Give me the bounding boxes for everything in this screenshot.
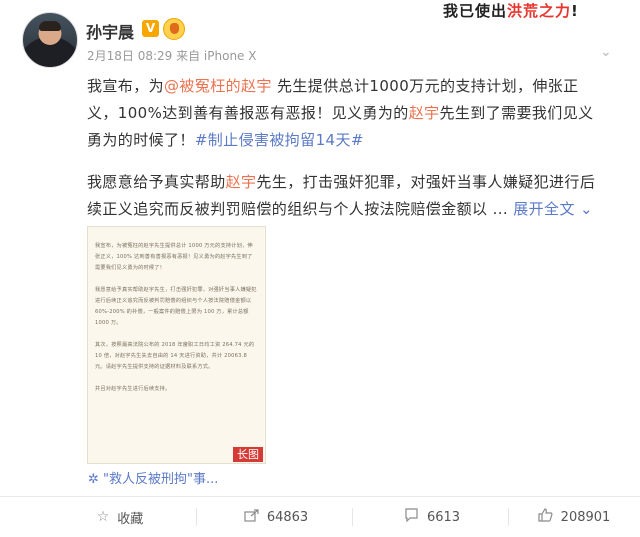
post-long-image[interactable]: 我宣布，为被冤枉的赵宇先生提供总计 1000 万元的支持计划，伸张正义，100%… [87,226,266,464]
topic-link[interactable]: ✲ "救人反被刑拘"事... [88,468,218,487]
mention-link[interactable]: @被冤枉的赵宇 [164,77,272,95]
expand-label: 展开全文 [513,200,575,218]
sticker-text: 我已使出洪荒之力! [443,0,637,27]
fan-badge-icon[interactable] [163,18,185,40]
post-paragraph-1: 我宣布，为@被冤枉的赵宇 先生提供总计1000万元的支持计划，伸张正义，100%… [87,73,607,154]
p1-text-1: 我宣布，为 [87,77,165,95]
favorite-button[interactable]: ☆ 收藏 [40,498,200,536]
expand-full-text-link[interactable]: 展开全文 ⌄ [513,200,593,218]
avatar[interactable] [22,12,78,68]
post-menu-chevron-icon[interactable]: ⌄ [600,44,612,60]
sticker-prefix: 我已使出 [443,2,508,20]
chevron-down-icon: ⌄ [580,200,593,218]
share-icon [244,508,259,526]
favorite-label: 收藏 [117,511,144,527]
share-count: 64863 [266,509,309,525]
post-paragraph-2: 我愿意给予真实帮助赵宇先生，打击强奸犯罪，对强奸当事人嫌疑犯进行后续正义追究而反… [87,169,607,223]
author-name[interactable]: 孙宇晨 [86,19,134,43]
sticker-suffix: ! [571,2,579,20]
sticker-highlight: 洪荒之力 [507,2,572,20]
hashtag-link[interactable]: #制止侵害被拘留14天# [195,131,364,149]
name-link[interactable]: 赵宇 [409,104,440,122]
share-button[interactable]: 64863 [196,498,356,536]
name-link-2[interactable]: 赵宇 [226,173,257,191]
action-bar-divider [0,496,640,497]
comment-icon [404,508,419,526]
comment-count: 6613 [426,509,461,525]
p2-text-1: 我愿意给予真实帮助 [87,173,226,191]
comment-button[interactable]: 6613 [352,498,512,536]
topic-label: "救人反被刑拘"事... [103,472,219,487]
thumbs-up-icon [538,508,553,526]
image-text: 我宣布，为被冤枉的赵宇先生提供总计 1000 万元的支持计划，伸张正义，100%… [95,243,257,392]
like-count: 208901 [560,509,611,525]
star-icon: ☆ [96,509,110,525]
verified-badge-icon: V [142,20,159,37]
post-meta: 2月18日 08:29 来自 iPhone X [87,49,257,63]
long-image-badge: 长图 [233,447,263,462]
like-button[interactable]: 208901 [508,498,640,536]
topic-icon: ✲ [88,472,104,487]
